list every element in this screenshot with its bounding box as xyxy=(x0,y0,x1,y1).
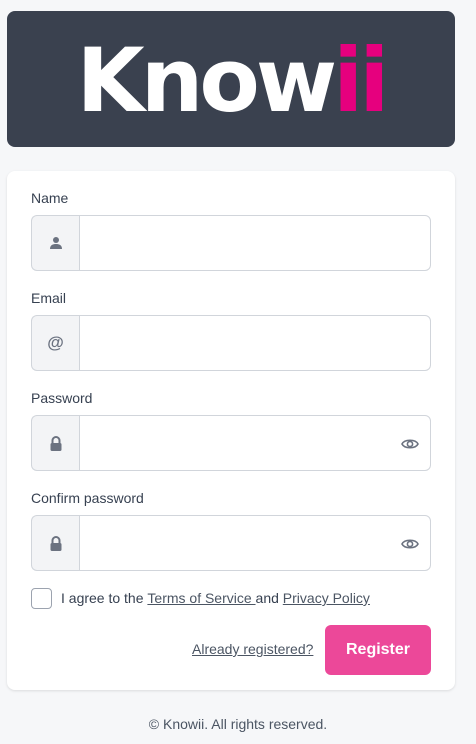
register-button[interactable]: Register xyxy=(325,625,431,675)
lock-icon xyxy=(31,515,79,571)
name-input[interactable] xyxy=(79,215,431,271)
terms-of-service-link[interactable]: Terms of Service xyxy=(147,590,255,606)
name-label: Name xyxy=(31,190,69,206)
already-registered-link[interactable]: Already registered? xyxy=(192,641,313,657)
password-input-group xyxy=(31,415,431,471)
terms-checkbox[interactable] xyxy=(31,587,52,609)
email-input-group: @ xyxy=(31,315,431,371)
at-icon: @ xyxy=(31,315,79,371)
confirm-password-input[interactable] xyxy=(79,515,431,571)
agree-prefix-text: I agree to the xyxy=(61,590,148,606)
email-input[interactable] xyxy=(79,315,431,371)
confirm-password-input-group xyxy=(31,515,431,571)
lock-icon xyxy=(31,415,79,471)
password-input[interactable] xyxy=(79,415,431,471)
password-label: Password xyxy=(31,390,93,406)
confirm-password-label: Confirm password xyxy=(31,490,144,506)
privacy-policy-link[interactable]: Privacy Policy xyxy=(283,590,370,606)
register-form-card: Name Email @ Password Confirm password I… xyxy=(7,171,455,690)
name-input-group xyxy=(31,215,431,271)
logo-main-text: Know xyxy=(76,29,338,132)
eye-icon[interactable] xyxy=(401,436,419,452)
knowii-logo: Knowii xyxy=(77,37,390,125)
user-icon xyxy=(31,215,79,271)
eye-icon[interactable] xyxy=(401,536,419,552)
terms-agreement-row: I agree to the Terms of Service and Priv… xyxy=(31,587,370,609)
logo-banner: Knowii xyxy=(7,11,455,147)
email-label: Email xyxy=(31,290,67,306)
agree-middle-text: and xyxy=(255,590,283,606)
footer-copyright: © Knowii. All rights reserved. xyxy=(148,716,328,732)
logo-accent-text: ii xyxy=(333,29,389,132)
